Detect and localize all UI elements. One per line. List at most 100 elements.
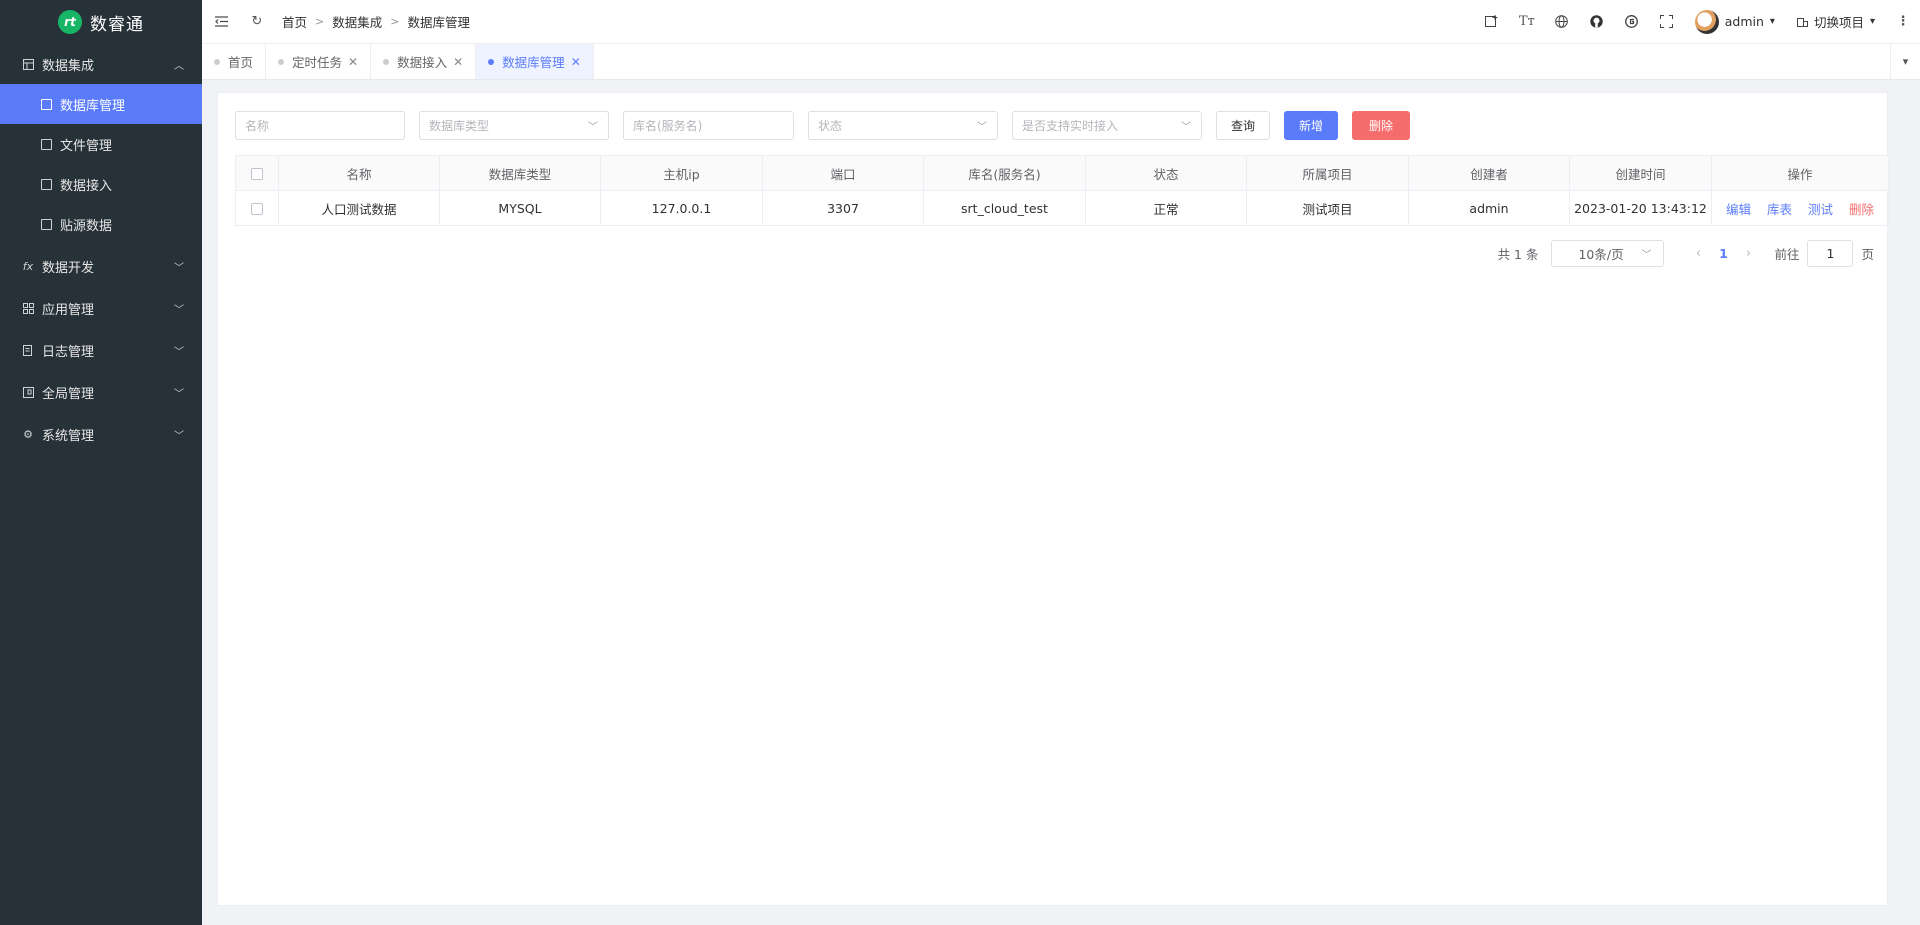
cell-dbtype: MYSQL — [439, 190, 601, 226]
user-menu[interactable]: admin ▾ — [1694, 9, 1775, 34]
top-header: ↻ 首页 > 数据集成 > 数据库管理 Tт admin ▾ 切换项目 ▾ ⋮ — [202, 0, 1920, 44]
pagination: 共 1 条 10条/页 ﹀ ‹ 1 › 前往 1 页 — [1498, 240, 1874, 267]
dbname-input-placeholder: 库名(服务名) — [633, 119, 703, 133]
sidebar-group-label: 全局管理 — [42, 386, 95, 402]
access-icon — [41, 178, 52, 190]
dot-icon — [214, 58, 220, 65]
status-select[interactable]: 状态 ﹀ — [808, 111, 998, 140]
refresh-icon[interactable]: ↻ — [250, 14, 264, 29]
realtime-select[interactable]: 是否支持实时接入 ﹀ — [1012, 111, 1202, 140]
cell-creator: admin — [1408, 190, 1570, 226]
log-icon — [22, 344, 34, 356]
tab-scheduled-tasks[interactable]: 定时任务 ✕ — [266, 44, 372, 79]
breadcrumb-home[interactable]: 首页 — [282, 12, 307, 31]
sidebar-group-data-integration[interactable]: 数据集成 ︿ — [0, 44, 202, 84]
status-placeholder: 状态 — [818, 119, 843, 133]
chevron-down-icon: ﹀ — [1181, 122, 1191, 133]
cell-project: 测试项目 — [1246, 190, 1409, 226]
apps-icon — [22, 302, 34, 314]
sidebar-group-label: 日志管理 — [42, 344, 95, 360]
cell-host: 127.0.0.1 — [600, 190, 763, 226]
sidebar-item-source-data[interactable]: 贴源数据 — [0, 204, 202, 244]
goto-label: 前往 — [1774, 247, 1800, 262]
breadcrumb-data-integration[interactable]: 数据集成 — [332, 12, 382, 31]
sidebar-group-system-management[interactable]: ⚙ 系统管理 ﹀ — [0, 414, 202, 454]
dot-icon — [383, 58, 390, 65]
row-delete-link[interactable]: 删除 — [1849, 202, 1874, 217]
next-page-icon[interactable]: › — [1738, 246, 1758, 261]
sidebar-item-label: 数据接入 — [60, 178, 113, 194]
cell-dbname: srt_cloud_test — [923, 190, 1086, 226]
sidebar-group-global-management[interactable]: 全局管理 ﹀ — [0, 372, 202, 412]
sidebar-group-app-management[interactable]: 应用管理 ﹀ — [0, 288, 202, 328]
column-header[interactable]: 状态 — [1085, 155, 1247, 191]
menu-fold-icon[interactable] — [214, 15, 228, 29]
tab-home[interactable]: 首页 — [202, 44, 267, 79]
sidebar-group-data-development[interactable]: fx 数据开发 ﹀ — [0, 246, 202, 286]
row-checkbox[interactable] — [251, 203, 263, 215]
column-header[interactable]: 主机ip — [600, 155, 763, 191]
dbname-input[interactable]: 库名(服务名) — [623, 111, 794, 140]
tab-label: 首页 — [228, 55, 254, 70]
logo: rt 数睿通 — [0, 0, 202, 44]
project-switch[interactable]: 切换项目 ▾ — [1796, 12, 1875, 31]
column-header[interactable]: 数据库类型 — [439, 155, 601, 191]
close-icon[interactable]: ✕ — [571, 55, 581, 69]
name-input[interactable]: 名称 — [235, 111, 405, 140]
font-size-icon[interactable]: Tт — [1519, 14, 1535, 29]
query-button[interactable]: 查询 — [1216, 111, 1271, 140]
delete-button[interactable]: 删除 — [1352, 111, 1411, 140]
goto-input[interactable]: 1 — [1807, 240, 1854, 267]
sidebar-group-log-management[interactable]: 日志管理 ﹀ — [0, 330, 202, 370]
tables-link[interactable]: 库表 — [1767, 202, 1792, 217]
test-link[interactable]: 测试 — [1808, 202, 1833, 217]
tab-label: 数据库管理 — [502, 55, 565, 70]
column-header[interactable]: 所属项目 — [1246, 155, 1409, 191]
sidebar-group-label: 数据集成 — [42, 58, 95, 74]
sidebar-item-data-access[interactable]: 数据接入 — [0, 164, 202, 204]
dot-icon — [488, 58, 495, 65]
sidebar-item-database-management[interactable]: 数据库管理 — [0, 84, 202, 124]
breadcrumb-current: 数据库管理 — [407, 15, 470, 30]
add-button[interactable]: 新增 — [1284, 111, 1339, 140]
gitee-icon[interactable] — [1625, 15, 1639, 29]
breadcrumb-separator-icon: > — [390, 15, 400, 28]
select-all-cell — [235, 155, 279, 191]
column-header[interactable]: 端口 — [762, 155, 924, 191]
avatar — [1694, 9, 1719, 34]
close-icon[interactable]: ✕ — [453, 55, 463, 69]
more-vertical-icon[interactable]: ⋮ — [1896, 14, 1910, 29]
sidebar-item-file-management[interactable]: 文件管理 — [0, 124, 202, 164]
tab-label: 数据接入 — [397, 55, 448, 70]
fullscreen-icon[interactable] — [1660, 15, 1674, 29]
grid-icon — [22, 58, 34, 70]
dbtype-select[interactable]: 数据库类型 ﹀ — [419, 111, 609, 140]
chevron-down-icon: ﹀ — [174, 262, 184, 274]
close-icon[interactable]: ✕ — [348, 55, 358, 69]
database-icon — [41, 98, 52, 110]
app-title: 数睿通 — [90, 14, 144, 35]
global-icon — [22, 386, 34, 398]
github-icon[interactable] — [1590, 15, 1604, 29]
file-icon — [41, 138, 52, 150]
edit-link[interactable]: 编辑 — [1726, 202, 1751, 217]
tab-data-access[interactable]: 数据接入 ✕ — [371, 44, 477, 79]
column-header[interactable]: 库名(服务名) — [923, 155, 1086, 191]
sidebar-item-label: 贴源数据 — [60, 218, 113, 234]
table-row[interactable]: 人口测试数据 MYSQL 127.0.0.1 3307 srt_cloud_te… — [235, 190, 1889, 226]
column-header[interactable]: 名称 — [278, 155, 440, 191]
screenshot-icon[interactable] — [1485, 15, 1499, 29]
page-tabs: 首页 定时任务 ✕ 数据接入 ✕ 数据库管理 ✕ ▾ — [202, 44, 1920, 80]
prev-page-icon[interactable]: ‹ — [1688, 246, 1708, 261]
tabs-dropdown-icon[interactable]: ▾ — [1890, 44, 1920, 79]
cell-status: 正常 — [1085, 190, 1247, 226]
language-icon[interactable] — [1555, 15, 1569, 29]
select-all-checkbox[interactable] — [251, 168, 263, 180]
page-number[interactable]: 1 — [1708, 246, 1738, 261]
column-header[interactable]: 创建者 — [1408, 155, 1570, 191]
gear-icon: ⚙ — [23, 427, 33, 441]
chevron-down-icon: ﹀ — [588, 122, 598, 133]
column-header[interactable]: 创建时间 — [1569, 155, 1712, 191]
tab-database-management[interactable]: 数据库管理 ✕ — [476, 44, 594, 79]
page-size-select[interactable]: 10条/页 ﹀ — [1551, 240, 1665, 267]
